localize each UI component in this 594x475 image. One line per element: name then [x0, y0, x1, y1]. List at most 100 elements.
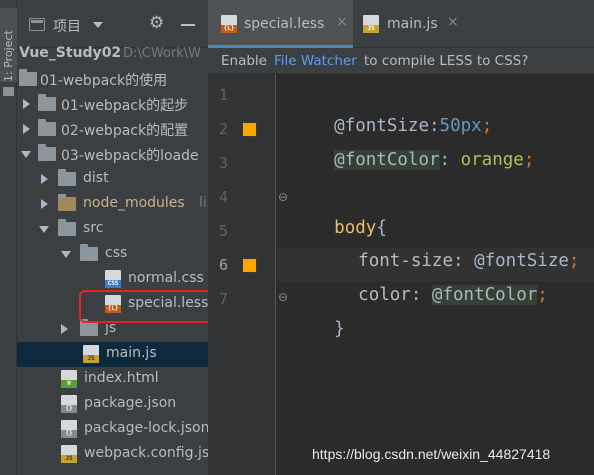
tree-label: normal.css	[128, 270, 204, 286]
less-variable: @fontColor	[431, 285, 538, 305]
css-file-icon: CSS	[105, 270, 121, 288]
code-line-6[interactable]: color: @fontColor;	[316, 250, 548, 305]
tree-label: webpack.config.js	[84, 445, 208, 461]
tree-label: src	[83, 220, 104, 236]
chevron-down-icon[interactable]	[61, 251, 71, 258]
colon: :	[410, 285, 432, 305]
tree-suffix-label: li	[199, 195, 207, 211]
chevron-right-icon[interactable]	[41, 199, 48, 209]
tree-label: 01-webpack的使用	[40, 73, 168, 89]
tree-row-root[interactable]: Vue_Study02 D:\CWork\W	[17, 42, 208, 67]
editor-gutter: 1 2 3 4 5 6 7	[208, 74, 276, 475]
chevron-right-icon[interactable]	[41, 174, 48, 184]
tree-label: 01-webpack的起步	[61, 98, 189, 114]
tree-row-folder[interactable]: 02-webpack的配置	[17, 117, 208, 142]
folder-icon	[38, 144, 56, 161]
tree-row-file-selected[interactable]: JS main.js	[17, 342, 208, 367]
minimize-icon[interactable]	[181, 24, 195, 26]
project-window-icon	[29, 18, 45, 31]
tree-row-folder[interactable]: dist	[17, 167, 208, 192]
file-type-tag: {L}	[221, 25, 237, 33]
tree-row-folder[interactable]: 03-webpack的loade	[17, 142, 208, 167]
notice-text-suffix: to compile LESS to CSS?	[364, 53, 529, 69]
color-swatch-icon[interactable]	[242, 258, 257, 273]
js-file-icon: JS	[83, 345, 99, 363]
json-file-icon: {}	[61, 420, 77, 438]
tree-label: dist	[83, 170, 109, 186]
tree-label: main.js	[106, 345, 157, 361]
tree-row-file[interactable]: CSS normal.css	[17, 267, 208, 292]
close-icon[interactable]: ×	[447, 14, 459, 30]
fold-open-icon[interactable]: ⊖	[278, 190, 288, 204]
project-panel-header: 项目 ⚙	[17, 0, 208, 48]
fold-close-icon[interactable]: ⊖	[278, 290, 288, 304]
html-file-icon: H	[61, 370, 77, 388]
chevron-right-icon[interactable]	[61, 324, 68, 334]
folder-icon	[80, 319, 98, 336]
js-file-icon: JS	[61, 445, 77, 463]
tab-special-less[interactable]: {L} special.less ×	[208, 0, 353, 48]
tree-row-file[interactable]: {} package-lock.json	[17, 417, 208, 442]
semicolon: ;	[568, 251, 580, 271]
line-number: 1	[218, 86, 228, 104]
js-file-icon: JS	[363, 15, 379, 33]
code-line-1[interactable]: @fontSize:50px;	[292, 81, 492, 136]
tree-row-folder[interactable]: 01-webpack的使用	[17, 67, 208, 92]
code-line-7[interactable]: }	[292, 284, 345, 339]
line-number: 6	[218, 256, 228, 274]
watermark-text: https://blog.csdn.net/weixin_44827418	[312, 446, 551, 462]
tree-row-folder[interactable]: node_modules li	[17, 192, 208, 217]
project-tool-label: 1: Project	[2, 30, 15, 82]
less-variable: @fontColor	[334, 150, 440, 170]
gear-icon[interactable]: ⚙	[149, 14, 164, 32]
tree-label: package-lock.json	[84, 420, 208, 436]
close-icon[interactable]: ×	[336, 14, 348, 30]
chevron-right-icon[interactable]	[23, 124, 30, 134]
folder-icon	[58, 194, 76, 211]
folder-icon	[58, 219, 76, 236]
project-tool-button[interactable]: 1: Project	[0, 8, 17, 82]
color-swatch-icon[interactable]	[242, 122, 257, 137]
tree-row-file[interactable]: H index.html	[17, 367, 208, 392]
tree-label: 03-webpack的loade	[61, 148, 199, 164]
chevron-down-icon[interactable]	[39, 226, 49, 233]
folder-icon	[3, 87, 14, 96]
chevron-down-icon[interactable]	[93, 22, 103, 28]
file-type-tag: JS	[61, 455, 77, 463]
code-line-2[interactable]: @fontColor: orange;	[292, 115, 534, 170]
folder-icon	[38, 119, 56, 136]
tree-row-folder[interactable]: 01-webpack的起步	[17, 92, 208, 117]
project-view-selector[interactable]: 项目	[53, 16, 81, 36]
file-type-tag: {}	[61, 405, 77, 413]
tree-row-file[interactable]: JS webpack.config.js	[17, 442, 208, 467]
line-number: 7	[218, 290, 228, 308]
file-watcher-link[interactable]: File Watcher	[274, 53, 357, 69]
tree-row-folder[interactable]: src	[17, 217, 208, 242]
line-number: 3	[218, 154, 228, 172]
semicolon: ;	[523, 150, 535, 170]
tree-label: 02-webpack的配置	[61, 123, 189, 139]
project-panel: 项目 ⚙ Vue_Study02 D:\CWork\W 01-webpack的使…	[17, 0, 208, 475]
tool-window-strip: 1: Project	[0, 0, 17, 475]
colon: :	[439, 150, 461, 170]
chevron-down-icon[interactable]	[21, 151, 31, 158]
annotation-highlight-box	[79, 290, 229, 323]
tab-label: special.less	[244, 16, 325, 32]
file-type-tag: JS	[83, 355, 99, 363]
css-property: color	[358, 285, 411, 305]
line-number: 5	[218, 222, 228, 240]
tree-label: package.json	[84, 395, 177, 411]
file-type-tag: {}	[61, 430, 77, 438]
file-type-tag: CSS	[105, 280, 121, 288]
semicolon: ;	[537, 285, 548, 305]
code-line-4[interactable]: body{	[292, 183, 387, 238]
notice-text-prefix: Enable	[221, 53, 267, 69]
code-line-5[interactable]: font-size: @fontSize;	[316, 216, 579, 271]
tree-row-file[interactable]: {} package.json	[17, 392, 208, 417]
tab-main-js[interactable]: JS main.js ×	[353, 0, 463, 48]
tree-label: Vue_Study02	[19, 45, 122, 61]
tree-row-folder[interactable]: css	[17, 242, 208, 267]
editor-area: {L} special.less × JS main.js × Enable F…	[208, 0, 594, 475]
chevron-right-icon[interactable]	[23, 99, 30, 109]
value-keyword: orange	[460, 150, 524, 170]
